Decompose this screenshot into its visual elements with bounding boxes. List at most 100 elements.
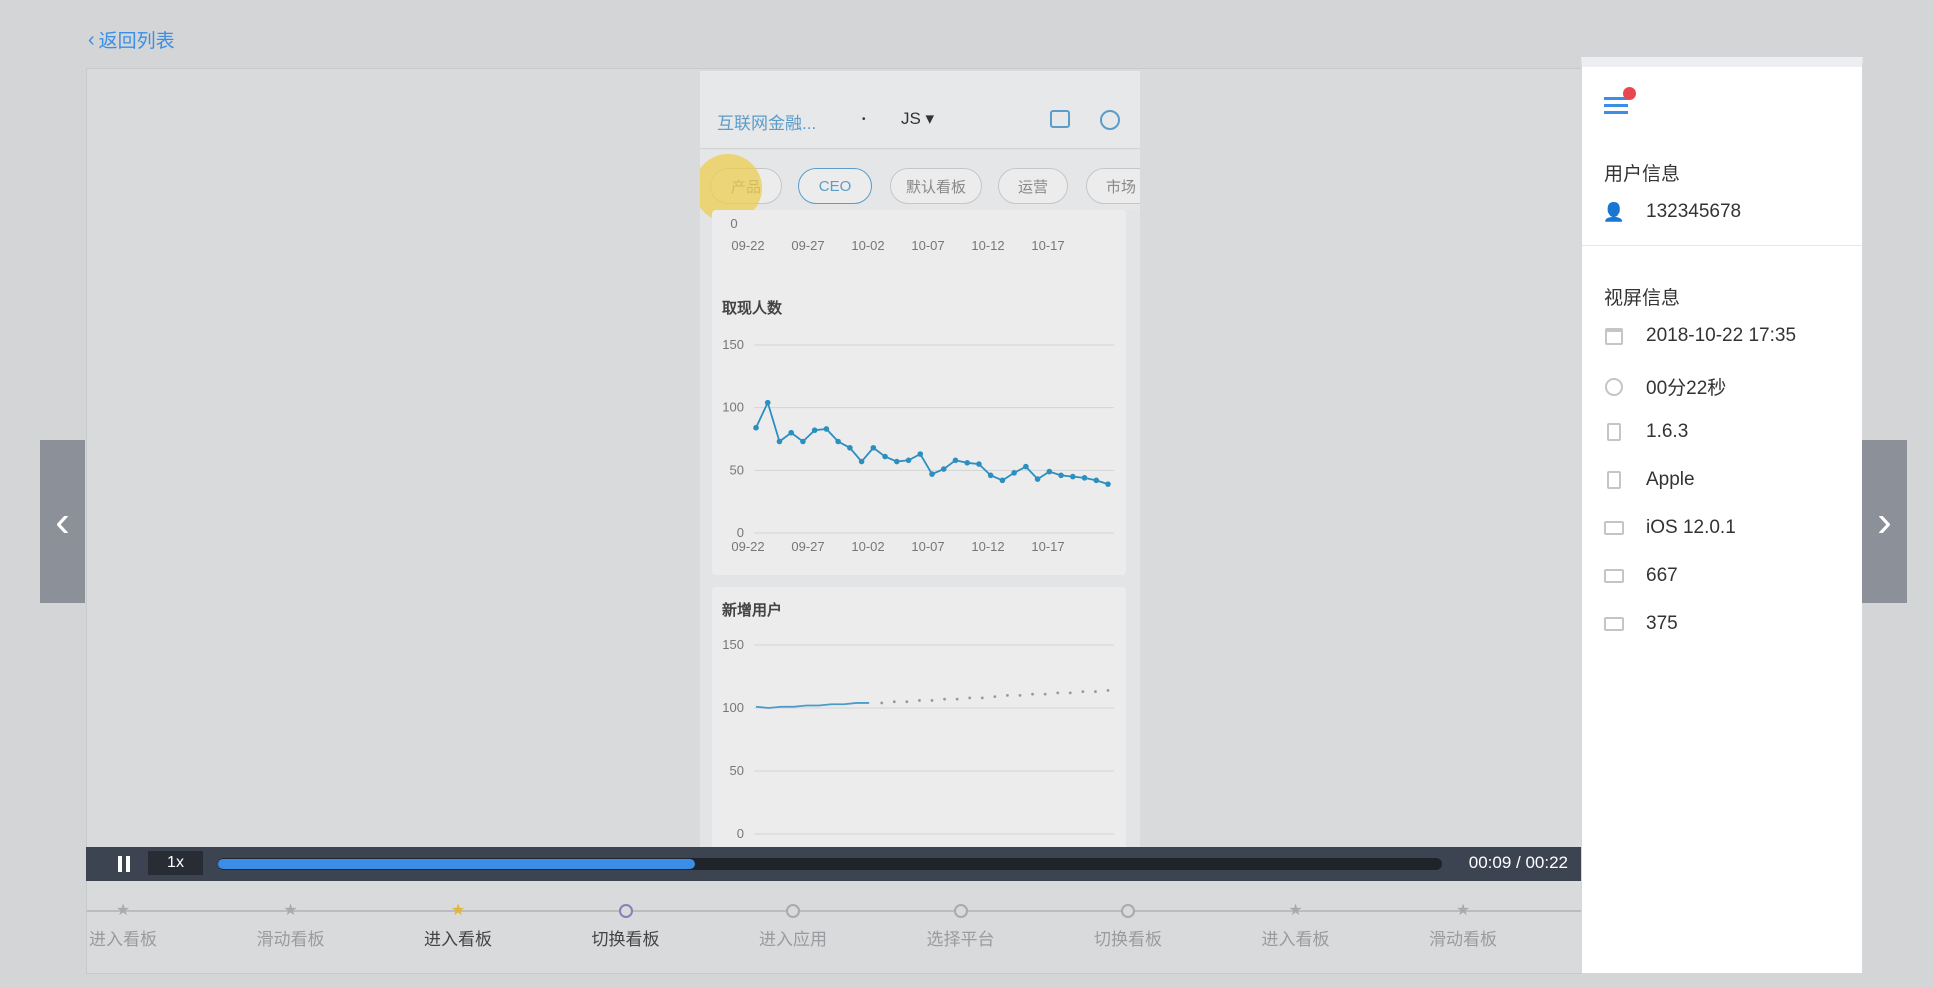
info-sidebar: 用户信息 👤 132345678 视屏信息 2018-10-22 17:35 0… (1581, 57, 1863, 974)
timeline-event-label: 进入看板 (1261, 930, 1330, 949)
y-tick-label: 0 (730, 216, 737, 231)
y-tick-label: 0 (737, 826, 744, 841)
circle-icon (733, 903, 853, 919)
data-point (905, 457, 912, 464)
pause-button[interactable] (118, 856, 132, 872)
x-tick-label: 10-12 (971, 539, 1004, 554)
data-point (1056, 691, 1060, 695)
data-point (823, 426, 830, 432)
data-point (1068, 691, 1072, 695)
chevron-left-icon: ‹ (88, 28, 95, 51)
star-icon: ★ (450, 902, 466, 919)
phone-icon (1604, 470, 1624, 490)
data-point (1034, 476, 1041, 482)
y-tick-label: 50 (730, 462, 744, 477)
circle-icon (566, 903, 686, 919)
timeline-event[interactable]: ★ 滑动看板 (1403, 903, 1523, 950)
brand-row: Apple (1604, 469, 1695, 491)
data-point (835, 438, 841, 445)
data-point (776, 438, 783, 445)
timeline-event-label: 切换看板 (591, 930, 660, 949)
screen-width: 375 (1646, 613, 1678, 634)
withdraw-users-chart: 150 100 50 009-22 09-27 10-02 10-07 10-12 10-17 (722, 337, 1114, 554)
timeline-event[interactable]: 切换看板 (566, 903, 686, 950)
data-point (858, 458, 865, 465)
data-point (1006, 694, 1009, 697)
x-tick-label: 09-22 (731, 238, 764, 253)
progress-track[interactable] (218, 858, 1442, 870)
x-tick-label: 09-22 (731, 539, 764, 554)
previous-session-button[interactable]: ‹ (40, 440, 85, 603)
timeline-event-label: 进入看板 (89, 930, 157, 949)
data-point (917, 451, 924, 457)
y-tick-label: 50 (730, 763, 744, 778)
phone-screen: 互联网金融... • JS ▾ 产品 CEO 默认看板 运营 市场 0 09-2… (700, 71, 1140, 849)
withdraw-users-card: 取现人数 150 100 50 0 09-22 09-27 10-02 10-07 10-12 1… (712, 285, 1126, 575)
x-tick-label: 09-27 (791, 539, 824, 554)
star-icon: ★ (1455, 902, 1471, 919)
data-point (1094, 690, 1097, 694)
pause-icon-bar (126, 856, 130, 872)
data-point (980, 696, 984, 700)
data-point (993, 695, 997, 699)
monitor-icon (1604, 614, 1624, 634)
x-tick-label: 10-12 (971, 238, 1004, 253)
timeline-event[interactable]: ★ 进入看板 (398, 903, 518, 950)
data-point (1043, 692, 1047, 696)
chevron-right-icon: › (1877, 496, 1892, 546)
progress-fill (218, 859, 696, 869)
data-point (955, 697, 959, 701)
y-tick-label: 150 (722, 637, 744, 652)
back-to-list-link[interactable]: ‹ 返回列表 (88, 26, 175, 53)
y-tick-label: 150 (722, 337, 744, 352)
record-duration: 00分22秒 (1646, 378, 1727, 399)
timeline-event-label: 选择平台 (926, 930, 995, 949)
monitor-icon (1604, 518, 1624, 538)
app-title: 互联网金融... (717, 114, 817, 133)
data-point (918, 699, 921, 702)
replay-stage: 互联网金融... • JS ▾ 产品 CEO 默认看板 运营 市场 0 09-2… (86, 68, 1582, 849)
notification-dot (1623, 87, 1636, 100)
timeline-event[interactable]: 选择平台 (901, 903, 1021, 950)
data-point (1046, 468, 1053, 475)
datetime-row: 2018-10-22 17:35 (1604, 325, 1796, 347)
new-users-card: 新增用户 15010050009-2209-2710-0210-0710-121… (712, 587, 1126, 849)
star-icon: ★ (283, 902, 298, 919)
timeline-event-label: 滑动看板 (1429, 930, 1497, 949)
circle-icon (901, 903, 1021, 919)
title-dropdown-dot: • (862, 114, 866, 125)
timeline-event-label: 切换看板 (1094, 930, 1162, 949)
board-tab: 默认看板 (890, 168, 982, 204)
timeline-event[interactable]: ★ 进入看板 (1236, 903, 1356, 950)
data-point (882, 453, 888, 460)
data-point (905, 700, 909, 704)
pause-icon-bar (118, 856, 122, 872)
y-tick-label: 100 (722, 700, 744, 715)
x-tick-label: 10-07 (911, 238, 944, 253)
timeline-event[interactable]: 切换看板 (1068, 903, 1188, 950)
app-version: 1.6.3 (1646, 421, 1689, 442)
timeline-event-label: 进入看板 (424, 930, 492, 949)
duration-row: 00分22秒 (1604, 373, 1726, 400)
board-tab-active: CEO (798, 168, 872, 204)
y-tick-label: 100 (722, 400, 744, 415)
data-point (930, 699, 934, 702)
version-row: 1.6.3 (1604, 421, 1688, 443)
data-point (952, 457, 959, 464)
data-point (788, 429, 794, 436)
record-datetime: 2018-10-22 17:35 (1646, 325, 1797, 346)
timeline-event[interactable]: ★ 进入看板 (63, 903, 183, 950)
os-row: iOS 12.0.1 (1604, 517, 1736, 539)
data-point (764, 399, 771, 406)
new-users-chart: 15010050009-2209-2710-0210-0710-1210-17 (722, 637, 1114, 849)
x-tick-label: 10-17 (1031, 539, 1064, 554)
next-session-button[interactable]: › (1862, 440, 1907, 603)
x-tick-label: 10-17 (1031, 238, 1064, 253)
timeline-event[interactable]: ★ 滑动看板 (231, 903, 351, 950)
user-id-row: 👤 132345678 (1603, 201, 1741, 223)
data-point (1093, 477, 1100, 484)
speed-button[interactable]: 1x (148, 851, 203, 875)
data-point (968, 696, 972, 700)
timeline-event[interactable]: 进入应用 (733, 903, 853, 950)
user-dropdown: JS ▾ (901, 109, 935, 128)
